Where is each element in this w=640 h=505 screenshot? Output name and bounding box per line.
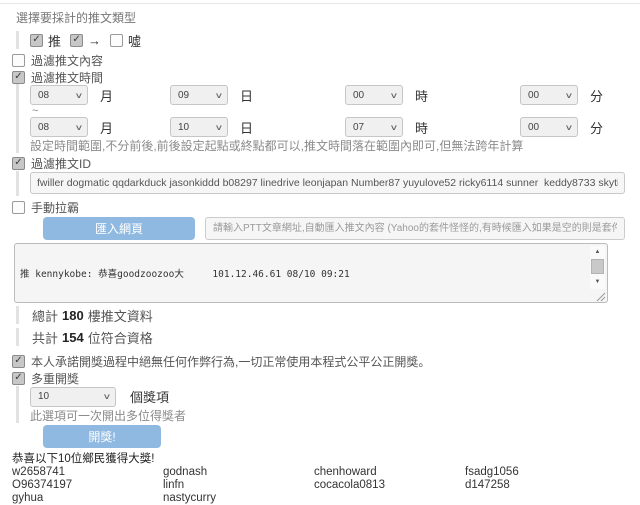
hour-unit-label: 時 xyxy=(415,86,428,105)
qualified-user-count: 154 xyxy=(62,330,84,345)
check-icon: ✓ xyxy=(14,373,22,383)
day-unit-label: 日 xyxy=(240,118,253,137)
push-type-arrow-label: → xyxy=(88,33,101,48)
start-month-select[interactable]: 08 ∨ xyxy=(30,85,88,105)
winner-id: d147258 xyxy=(465,479,616,492)
time-end-row: 08 ∨ 月 10 ∨ 日 07 ∨ 時 xyxy=(30,116,640,138)
content-filter-checkbox[interactable]: ✓ xyxy=(12,54,25,67)
chevron-down-icon: ∨ xyxy=(565,123,574,132)
push-type-boo[interactable]: ✓ 噓 xyxy=(110,31,141,50)
check-icon: ✓ xyxy=(72,35,80,45)
total-pushes-stat: 總計 180 樓推文資料 xyxy=(16,306,640,324)
draw-button[interactable]: 開獎! xyxy=(43,425,161,448)
check-icon: ✓ xyxy=(32,35,40,45)
push-line: 推 kennykobe: 恭喜goodzoozoo大 101.12.46.61 … xyxy=(20,269,585,280)
import-webpage-button[interactable]: 匯入網頁 xyxy=(43,217,195,240)
time-filter-label: 過濾推文時間 xyxy=(31,69,103,86)
id-filter-block xyxy=(16,171,640,196)
push-type-push-label: 推 xyxy=(48,31,61,50)
winner-id: O96374197 xyxy=(12,479,163,492)
time-start-row: 08 ∨ 月 09 ∨ 日 00 ∨ 時 xyxy=(30,84,640,106)
push-content-textarea[interactable]: 推 kennykobe: 恭喜goodzoozoo大 101.12.46.61 … xyxy=(14,243,608,303)
minute-unit-label: 分 xyxy=(590,118,603,137)
winner-id: godnash xyxy=(163,466,314,479)
multi-draw-label: 多重開獎 xyxy=(31,370,79,387)
scroll-up-icon[interactable]: ▲ xyxy=(590,246,605,257)
manual-slot-row[interactable]: ✓ 手動拉霸 xyxy=(12,200,640,214)
push-type-section-label: 選擇要採計的推文類型 xyxy=(16,11,640,25)
push-content-lines: 推 kennykobe: 恭喜goodzoozoo大 101.12.46.61 … xyxy=(20,247,585,299)
day-unit-label: 日 xyxy=(240,86,253,105)
end-hour-select[interactable]: 07 ∨ xyxy=(345,117,403,137)
winner-announcement: 恭喜以下10位鄉民獲得大獎! xyxy=(12,453,640,465)
arrow-checkbox[interactable]: ✓ xyxy=(70,34,83,47)
chevron-down-icon: ∨ xyxy=(75,91,84,100)
hour-unit-label: 時 xyxy=(415,118,428,137)
time-range-tilde: ~ xyxy=(32,106,640,116)
id-filter-row[interactable]: ✓ 過濾推文ID xyxy=(12,156,640,170)
id-filter-checkbox[interactable]: ✓ xyxy=(12,157,25,170)
chevron-down-icon: ∨ xyxy=(215,91,224,100)
id-list-input[interactable] xyxy=(30,172,625,194)
fairness-promise-label: 本人承諾開獎過程中絕無任何作弊行為,一切正常使用本程式公平公正開獎。 xyxy=(31,353,430,370)
content-filter-label: 過濾推文內容 xyxy=(31,52,103,69)
time-filter-block: 08 ∨ 月 09 ∨ 日 00 ∨ 時 xyxy=(16,84,640,153)
check-icon: ✓ xyxy=(14,72,22,82)
winner-id: fsadg1056 xyxy=(465,466,616,479)
start-hour-select[interactable]: 00 ∨ xyxy=(345,85,403,105)
start-day-select[interactable]: 09 ∨ xyxy=(170,85,228,105)
chevron-down-icon: ∨ xyxy=(390,123,399,132)
end-minute-select[interactable]: 00 ∨ xyxy=(520,117,578,137)
end-month-select[interactable]: 08 ∨ xyxy=(30,117,88,137)
push-type-options: ✓ 推 ✓ → ✓ 噓 xyxy=(16,31,640,49)
article-url-input[interactable] xyxy=(205,217,625,240)
time-range-hint: 設定時間範圍,不分前後,前後設定起點或終點都可以,推文時間落在範圍內即可,但無法… xyxy=(30,140,640,153)
multi-draw-checkbox[interactable]: ✓ xyxy=(12,372,25,385)
multi-draw-row[interactable]: ✓ 多重開獎 xyxy=(12,371,640,385)
check-icon: ✓ xyxy=(14,158,22,168)
resize-grip-icon[interactable] xyxy=(594,289,606,301)
fairness-promise-checkbox[interactable]: ✓ xyxy=(12,355,25,368)
winner-id: chenhoward xyxy=(314,466,465,479)
scroll-down-icon[interactable]: ▼ xyxy=(590,276,605,287)
top-divider xyxy=(0,3,640,4)
winner-id: cocacola0813 xyxy=(314,479,465,492)
minute-unit-label: 分 xyxy=(590,86,603,105)
id-filter-label: 過濾推文ID xyxy=(31,155,91,172)
push-type-arrow[interactable]: ✓ → xyxy=(70,33,101,48)
scrollbar-thumb[interactable] xyxy=(591,259,604,274)
winner-id: linfn xyxy=(163,479,314,492)
manual-slot-label: 手動拉霸 xyxy=(31,199,79,216)
start-minute-select[interactable]: 00 ∨ xyxy=(520,85,578,105)
prize-count-block: 10 ∨ 個獎項 此選項可一次開出多位得獎者 xyxy=(16,386,640,423)
chevron-down-icon: ∨ xyxy=(103,392,112,401)
chevron-down-icon: ∨ xyxy=(215,123,224,132)
textarea-scrollbar[interactable]: ▲ ▼ xyxy=(590,246,605,289)
push-type-push[interactable]: ✓ 推 xyxy=(30,31,61,50)
month-unit-label: 月 xyxy=(100,118,113,137)
time-filter-row[interactable]: ✓ 過濾推文時間 xyxy=(12,70,640,84)
total-push-count: 180 xyxy=(62,308,84,323)
fairness-promise-row[interactable]: ✓ 本人承諾開獎過程中絕無任何作弊行為,一切正常使用本程式公平公正開獎。 xyxy=(12,354,640,368)
boo-checkbox[interactable]: ✓ xyxy=(110,34,123,47)
check-icon: ✓ xyxy=(14,356,22,366)
qualified-users-stat: 共計 154 位符合資格 xyxy=(16,328,640,346)
import-row: 匯入網頁 xyxy=(43,217,640,240)
manual-slot-checkbox[interactable]: ✓ xyxy=(12,201,25,214)
ptt-lottery-page: 選擇要採計的推文類型 ✓ 推 ✓ → ✓ 噓 ✓ 過濾推文內容 ✓ 過濾推文時間… xyxy=(0,3,640,505)
chevron-down-icon: ∨ xyxy=(565,91,574,100)
prize-count-select[interactable]: 10 ∨ xyxy=(30,387,116,407)
push-type-boo-label: 噓 xyxy=(128,31,141,50)
month-unit-label: 月 xyxy=(100,86,113,105)
multi-draw-hint: 此選項可一次開出多位得獎者 xyxy=(30,410,640,423)
prize-unit-label: 個獎項 xyxy=(130,387,169,406)
winner-id: w2658741 xyxy=(12,466,163,479)
time-filter-checkbox[interactable]: ✓ xyxy=(12,71,25,84)
content-filter-row[interactable]: ✓ 過濾推文內容 xyxy=(12,53,640,67)
end-day-select[interactable]: 10 ∨ xyxy=(170,117,228,137)
chevron-down-icon: ∨ xyxy=(390,91,399,100)
chevron-down-icon: ∨ xyxy=(75,123,84,132)
push-checkbox[interactable]: ✓ xyxy=(30,34,43,47)
winners-grid: w2658741 godnash chenhoward fsadg1056 O9… xyxy=(12,466,640,505)
